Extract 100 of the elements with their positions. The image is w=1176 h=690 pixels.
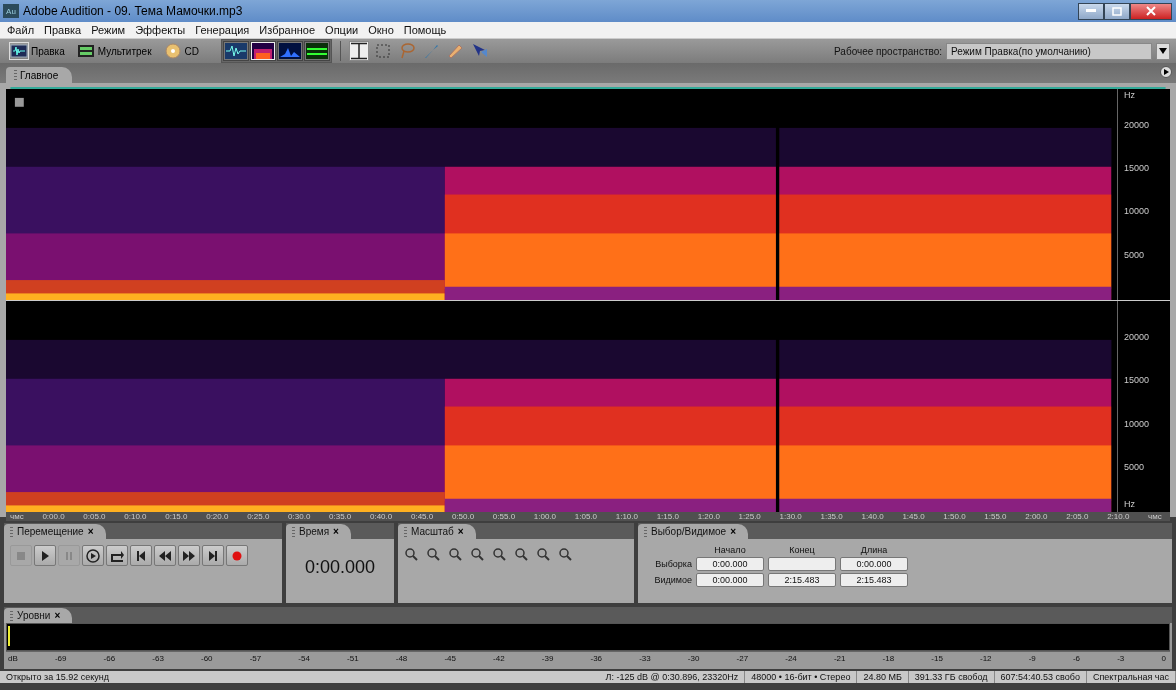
scale-label: -66 (103, 654, 116, 663)
scale-label: -21 (833, 654, 846, 663)
menu-item[interactable]: Избранное (254, 24, 321, 36)
maximize-icon (1112, 6, 1122, 16)
mode-button[interactable]: Правка (6, 41, 69, 61)
transport-button[interactable] (202, 545, 224, 566)
time-field[interactable]: 2:15.483 (768, 573, 836, 587)
scale-label: -30 (687, 654, 700, 663)
frequency-label: Hz (1124, 90, 1135, 101)
time-field[interactable]: 0:00.000 (840, 557, 908, 571)
caret-icon (1159, 48, 1167, 54)
scale-label: -48 (395, 654, 408, 663)
menu-item[interactable]: Окно (363, 24, 399, 36)
app-logo: Au (3, 4, 19, 18)
panel-tab[interactable]: Время × (286, 524, 351, 539)
view-button[interactable] (222, 41, 249, 61)
zoom-icon[interactable] (404, 547, 418, 561)
time-label: 1:20.0 (697, 512, 720, 522)
time-label: 2:05.0 (1066, 512, 1089, 522)
time-label: 1:40.0 (861, 512, 884, 522)
mode-button[interactable]: CD (159, 41, 203, 61)
time-label: 0:00.0 (42, 512, 65, 522)
time-field[interactable]: 2:15.483 (840, 573, 908, 587)
time-label: чмс (1148, 512, 1162, 522)
column-header: Начало (713, 545, 747, 555)
status-text: 48000 • 16-бит • Стерео (745, 671, 858, 683)
zoom-icon[interactable] (448, 547, 462, 561)
time-display: 0:00.000 (303, 556, 377, 578)
time-label: 1:45.0 (902, 512, 925, 522)
scale-label: -3 (1117, 654, 1125, 663)
scale-label: -51 (347, 654, 359, 663)
time-label: чмс (10, 512, 24, 522)
scale-label: -12 (980, 654, 992, 663)
time-label: 1:35.0 (820, 512, 843, 522)
scale-label: -42 (493, 654, 505, 663)
transport-button[interactable] (34, 545, 56, 566)
menu-item[interactable]: Режим (86, 24, 131, 36)
triangle-icon (1163, 69, 1169, 75)
tool-button[interactable] (348, 41, 369, 61)
maximize-button[interactable] (1104, 2, 1130, 20)
waveform-icon (10, 43, 28, 59)
menu-item[interactable]: Правка (39, 24, 87, 36)
menu-item[interactable]: Генерация (190, 24, 255, 36)
close-button[interactable] (1130, 2, 1172, 20)
mode-button[interactable]: Мультитрек (72, 41, 156, 61)
time-label: 1:10.0 (615, 512, 638, 522)
panel-tab[interactable]: Масштаб × (398, 524, 476, 539)
scale-label: -15 (931, 654, 943, 663)
frequency-label: 10000 (1124, 206, 1150, 217)
scale-label: -6 (1072, 654, 1081, 663)
zoom-icon[interactable] (426, 547, 440, 561)
workspace-dropdown[interactable]: Режим Правка(по умолчанию) (946, 42, 1152, 60)
zoom-icon[interactable] (514, 547, 528, 561)
frequency-label: 20000 (1124, 119, 1150, 130)
panel-tab[interactable]: Выбор/Видимое × (638, 524, 748, 539)
scale-label: -18 (882, 654, 895, 663)
peaks-icon (278, 43, 301, 59)
time-label: 2:00.0 (1025, 512, 1048, 522)
scale-label: -36 (590, 654, 603, 663)
time-label: 1:15.0 (656, 512, 679, 522)
time-label: 0:15.0 (165, 512, 188, 522)
waveform-icon (224, 43, 247, 59)
time-field[interactable]: 0:00.000 (696, 573, 764, 587)
disc-icon (163, 43, 182, 59)
dropdown-button[interactable] (1156, 42, 1170, 60)
view-button[interactable] (249, 41, 276, 61)
transport-button[interactable] (154, 545, 176, 566)
scale-label: 0 (1161, 654, 1166, 663)
minimize-button[interactable] (1078, 2, 1104, 20)
time-label: 1:55.0 (984, 512, 1007, 522)
time-label: 1:00.0 (533, 512, 557, 522)
status-text: 607:54:40.53 свобо (994, 671, 1087, 683)
panel-tab[interactable]: Уровни × (4, 608, 73, 623)
zoom-icon[interactable] (558, 547, 572, 561)
menu-item[interactable]: Эффекты (130, 24, 191, 36)
menu-item[interactable]: Файл (2, 24, 40, 36)
zoom-icon[interactable] (470, 547, 484, 561)
transport-button[interactable] (178, 545, 200, 566)
time-field[interactable]: 0:00.000 (696, 557, 764, 571)
zoom-icon[interactable] (492, 547, 506, 561)
panel-tab[interactable]: Главное (6, 67, 73, 83)
time-label: 1:50.0 (943, 512, 966, 522)
play-circle-icon (85, 547, 101, 564)
status-text: 24.80 МБ (857, 671, 909, 683)
time-label: 0:50.0 (451, 512, 475, 522)
panel-menu-icon[interactable] (1160, 66, 1172, 78)
menu-item[interactable]: Опции (320, 24, 364, 36)
time-field[interactable] (768, 557, 836, 571)
transport-button[interactable] (130, 545, 152, 566)
status-text: 391.33 ГБ свобод (908, 671, 995, 683)
zoom-icon[interactable] (536, 547, 550, 561)
transport-button[interactable] (82, 545, 104, 566)
time-label: 1:30.0 (779, 512, 802, 522)
panel-tab[interactable]: Перемещение × (4, 524, 106, 539)
menu-item[interactable]: Помощь (398, 24, 452, 36)
lines-icon (305, 43, 328, 59)
transport-button[interactable] (106, 545, 128, 566)
column-header: Длина (859, 545, 889, 555)
frequency-label: Hz (1124, 498, 1135, 509)
view-button[interactable] (303, 41, 330, 61)
